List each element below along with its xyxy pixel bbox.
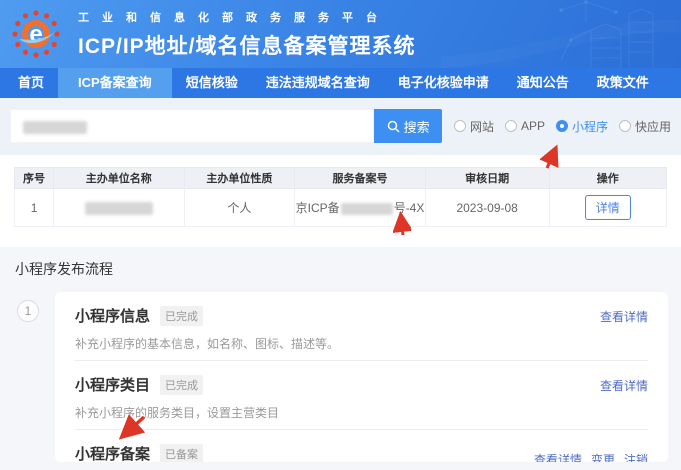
cell-audit-date: 2023-09-08 [425, 189, 549, 227]
results-table-section: 序号 主办单位名称 主办单位性质 服务备案号 审核日期 操作 1 个人 京ICP… [0, 155, 681, 247]
cancel-link[interactable]: 注销 [624, 451, 648, 462]
header-action: 操作 [549, 168, 666, 189]
radio-selected-icon [556, 120, 568, 132]
miit-logo-icon: e [11, 9, 61, 59]
process-card: 小程序信息 已完成 补充小程序的基本信息，如名称、图标、描述等。 查看详情 小程… [55, 292, 668, 462]
header-banner: e 工业和信息化部政务服务平台 ICP/IP地址/域名信息备案管理系统 [0, 0, 681, 68]
main-nav: 首页 ICP备案查询 短信核验 违法违规域名查询 电子化核验申请 通知公告 政策… [0, 68, 681, 98]
header-filing-number: 服务备案号 [295, 168, 425, 189]
nav-item-icp-query[interactable]: ICP备案查询 [58, 68, 172, 98]
cell-index: 1 [15, 189, 54, 227]
process-section: 小程序发布流程 1 小程序信息 已完成 补充小程序的基本信息，如名称、图标、描述… [0, 247, 681, 470]
nav-item-illegal-domain-query[interactable]: 违法违规域名查询 [252, 68, 384, 98]
header-index: 序号 [15, 168, 54, 189]
cell-action: 详情 [549, 189, 666, 227]
search-section: 搜索 网站 APP 小程序 快应用 [0, 98, 681, 155]
process-row-category: 小程序类目 已完成 补充小程序的服务类目，设置主营类目 查看详情 [75, 361, 648, 430]
radio-app[interactable]: APP [505, 119, 545, 133]
header-audit-date: 审核日期 [425, 168, 549, 189]
radio-quickapp[interactable]: 快应用 [619, 118, 671, 135]
search-icon [387, 120, 400, 133]
system-title: ICP/IP地址/域名信息备案管理系统 [78, 30, 416, 60]
cell-org-name [54, 189, 184, 227]
table-header-row: 序号 主办单位名称 主办单位性质 服务备案号 审核日期 操作 [15, 168, 667, 189]
radio-unselected-icon [454, 120, 466, 132]
nav-item-sms-verify[interactable]: 短信核验 [172, 68, 252, 98]
header-decoration-buildings [441, 0, 681, 68]
icp-filing-page: e 工业和信息化部政务服务平台 ICP/IP地址/域名信息备案管理系统 首页 I… [0, 0, 681, 470]
nav-item-e-verification[interactable]: 电子化核验申请 [384, 68, 503, 98]
row-desc-miniprogram-category: 补充小程序的服务类目，设置主营类目 [75, 404, 648, 421]
status-badge: 已备案 [160, 444, 203, 463]
radio-unselected-icon [619, 120, 631, 132]
cell-org-nature: 个人 [184, 189, 295, 227]
search-button-label: 搜索 [404, 117, 430, 136]
process-title: 小程序发布流程 [15, 259, 668, 279]
redacted-search-query [23, 121, 87, 134]
radio-unselected-icon [505, 120, 517, 132]
redacted-filing-number [341, 203, 393, 215]
nav-item-home[interactable]: 首页 [4, 68, 58, 98]
radio-quickapp-label: 快应用 [635, 118, 671, 135]
radio-miniprogram-label: 小程序 [572, 118, 608, 135]
radio-website-label: 网站 [470, 118, 494, 135]
search-button[interactable]: 搜索 [374, 109, 442, 143]
step-number-badge: 1 [17, 300, 39, 322]
row-title-miniprogram-filing: 小程序备案 [75, 443, 150, 462]
svg-text:e: e [29, 21, 42, 48]
status-badge: 已完成 [160, 375, 203, 395]
view-detail-link[interactable]: 查看详情 [600, 377, 648, 394]
status-badge: 已完成 [160, 306, 203, 326]
cell-filing-number: 京ICP备 号-4X [295, 189, 425, 227]
view-detail-link[interactable]: 查看详情 [534, 451, 582, 462]
process-row-filing: 小程序备案 已备案 京ICP备 号-4X 查看详情 变更 注销 [75, 430, 648, 462]
header-org-nature: 主办单位性质 [184, 168, 295, 189]
platform-title: 工业和信息化部政务服务平台 [78, 9, 416, 25]
filing-suffix: 号-4X [394, 201, 425, 215]
view-detail-link[interactable]: 查看详情 [600, 308, 648, 325]
redacted-org-name [85, 202, 153, 215]
search-type-radio-group: 网站 APP 小程序 快应用 [454, 118, 671, 135]
radio-miniprogram[interactable]: 小程序 [556, 118, 608, 135]
row-title-miniprogram-info: 小程序信息 [75, 305, 150, 326]
process-row-info: 小程序信息 已完成 补充小程序的基本信息，如名称、图标、描述等。 查看详情 [75, 292, 648, 361]
header-org-name: 主办单位名称 [54, 168, 184, 189]
detail-button[interactable]: 详情 [585, 195, 631, 220]
table-row: 1 个人 京ICP备 号-4X 2023-09-08 详情 [15, 189, 667, 227]
search-input[interactable] [10, 109, 374, 143]
radio-website[interactable]: 网站 [454, 118, 494, 135]
filing-prefix: 京ICP备 [296, 201, 340, 215]
row-desc-miniprogram-info: 补充小程序的基本信息，如名称、图标、描述等。 [75, 335, 648, 352]
nav-item-notices[interactable]: 通知公告 [503, 68, 583, 98]
results-table: 序号 主办单位名称 主办单位性质 服务备案号 审核日期 操作 1 个人 京ICP… [14, 167, 667, 227]
row-title-miniprogram-category: 小程序类目 [75, 374, 150, 395]
change-link[interactable]: 变更 [591, 451, 615, 462]
nav-item-policy-docs[interactable]: 政策文件 [583, 68, 663, 98]
radio-app-label: APP [521, 119, 545, 133]
